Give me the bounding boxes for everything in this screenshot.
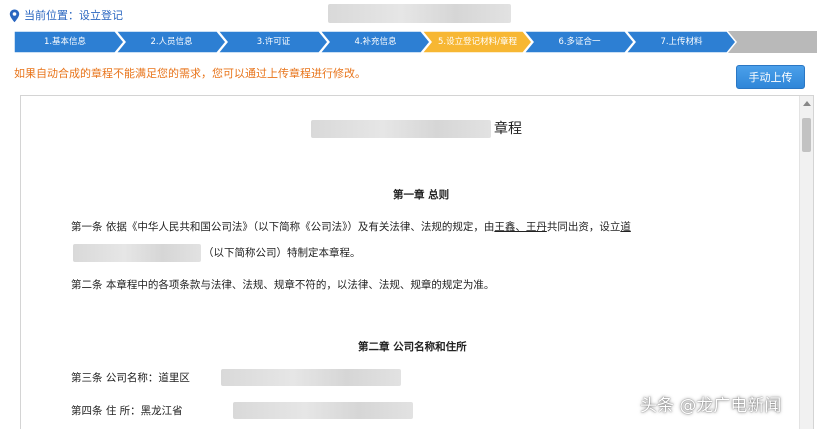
scroll-thumb[interactable] <box>802 118 811 152</box>
article-3: 第三条 公司名称：道里区 <box>71 372 190 384</box>
article-1-district: 道 <box>620 221 631 233</box>
step-4[interactable]: 4.补充信息 <box>320 31 431 53</box>
location-pin-icon <box>9 9 20 23</box>
step-1[interactable]: 1.基本信息 <box>14 31 125 53</box>
charter-document-viewer[interactable]: 章程 第一章 总则 第一条 依据《中华人民共和国公司法》（以下简称《公司法》）及… <box>20 95 814 429</box>
location-bar: 当前位置：设立登记 <box>0 0 817 32</box>
article-1: 第一条 依据《中华人民共和国公司法》（以下简称《公司法》）及有关法律、法规的规定… <box>71 220 631 234</box>
step-5-label: 5.设立登记材料/章程 <box>438 37 517 47</box>
manual-upload-button[interactable]: 手动上传 <box>736 65 805 89</box>
step-3[interactable]: 3.许可证 <box>218 31 329 53</box>
article-1-text: 第一条 依据《中华人民共和国公司法》（以下简称《公司法》）及有关法律、法规的规定… <box>71 221 495 233</box>
watermark-text: 头条 @龙广电新闻 <box>640 396 782 416</box>
step-3-label: 3.许可证 <box>256 37 291 47</box>
breadcrumb: 当前位置：设立登记 <box>24 9 123 22</box>
document-title: 章程 <box>494 121 522 137</box>
article-2: 第二条 本章程中的各项条款与法律、法规、规章不符的，以法律、法规、规章的规定为准… <box>71 279 495 291</box>
notice-text: 如果自动合成的章程不能满足您的需求，您可以通过上传章程进行修改。 <box>14 67 366 80</box>
article-1-founders: 王鑫、王丹 <box>494 221 547 233</box>
vertical-scrollbar[interactable] <box>799 96 813 429</box>
chapter-1-heading: 第一章 总则 <box>393 189 450 201</box>
step-7[interactable]: 7.上传材料 <box>626 31 737 53</box>
step-2-label: 2.人员信息 <box>150 37 193 47</box>
step-1-label: 1.基本信息 <box>43 37 87 47</box>
article-1-continued: （以下简称公司）特制定本章程。 <box>203 247 361 259</box>
step-6-label: 6.多证合一 <box>558 37 601 47</box>
step-5[interactable]: 5.设立登记材料/章程 <box>422 31 533 53</box>
article-1-text-2: 共同出资，设立 <box>546 221 621 233</box>
chapter-2-heading: 第二章 公司名称和住所 <box>358 341 467 353</box>
redacted-company-name <box>311 120 491 138</box>
redacted-company-fullname <box>73 244 201 262</box>
step-2[interactable]: 2.人员信息 <box>116 31 227 53</box>
step-7-label: 7.上传材料 <box>660 37 703 47</box>
scroll-up-arrow-icon[interactable] <box>803 101 811 106</box>
redacted-company-name-field <box>221 369 401 386</box>
step-6[interactable]: 6.多证合一 <box>524 31 635 53</box>
step-4-label: 4.补充信息 <box>354 37 397 47</box>
redacted-address-field <box>233 402 413 419</box>
article-4: 第四条 住 所：黑龙江省 <box>71 405 183 417</box>
progress-steps: 1.基本信息 2.人员信息 3.许可证 4.补充信息 5.设立登记材料/章程 6.多证合一… <box>14 31 817 53</box>
redacted-header-info <box>328 4 511 23</box>
